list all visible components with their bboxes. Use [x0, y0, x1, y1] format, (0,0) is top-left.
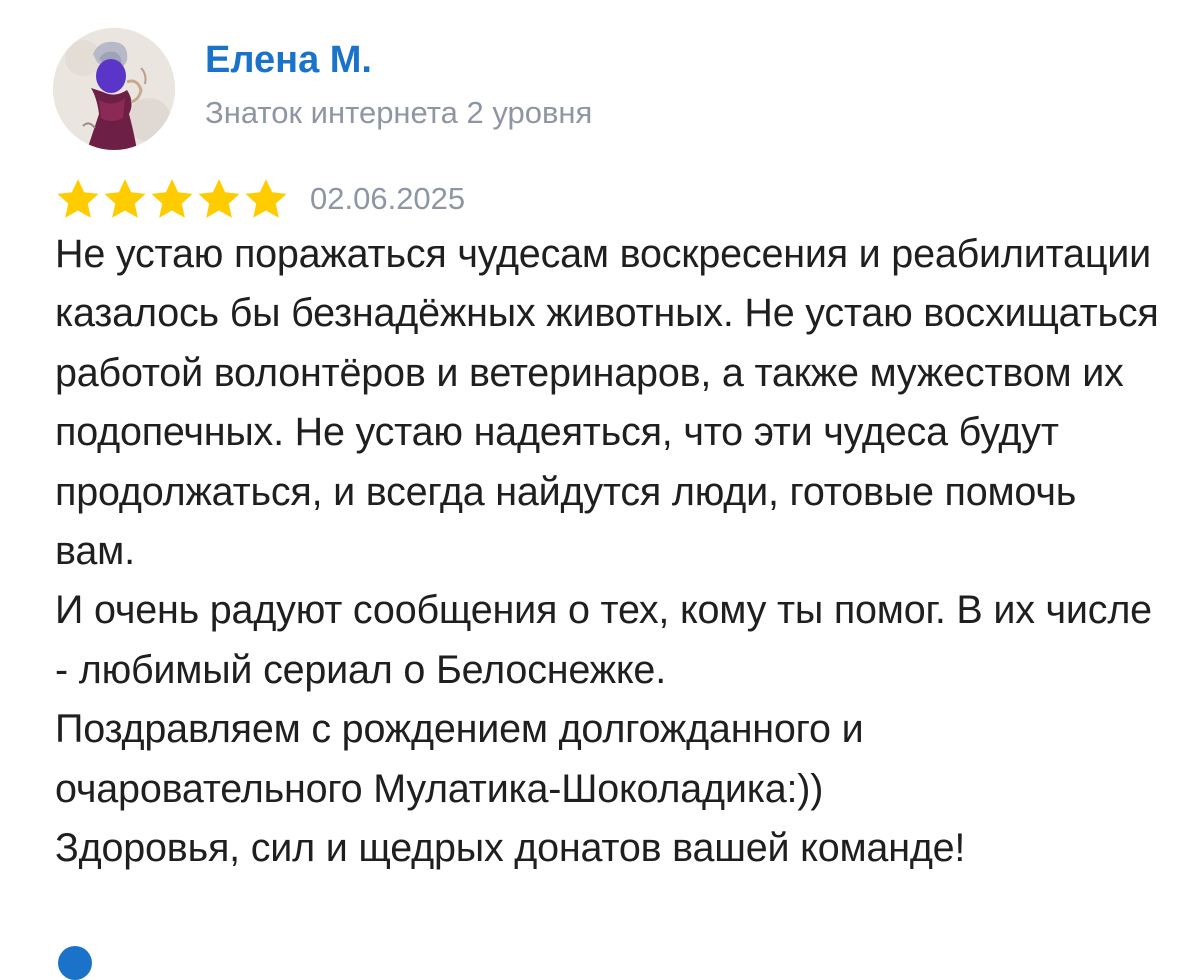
review-header: Елена М. Знаток интернета 2 уровня — [53, 28, 592, 150]
review-paragraph: Не устаю поражаться чудесам воскресения … — [55, 232, 1159, 574]
star-icon — [57, 179, 99, 218]
star-icon — [245, 179, 287, 218]
rating-stars — [55, 176, 290, 222]
author-info: Елена М. Знаток интернета 2 уровня — [205, 37, 592, 133]
reaction-icon[interactable] — [58, 946, 92, 980]
review-paragraph: И очень радуют сообщения о тех, кому ты … — [55, 588, 1152, 692]
author-name[interactable]: Елена М. — [205, 37, 592, 83]
review-text: Не устаю поражаться чудесам воскресения … — [55, 225, 1165, 878]
user-avatar-image — [53, 28, 175, 150]
avatar[interactable] — [53, 28, 175, 150]
review-paragraph: Здоровья, сил и щедрых донатов вашей ком… — [55, 826, 966, 871]
review-meta: 02.06.2025 — [55, 176, 465, 222]
star-icon — [198, 179, 240, 218]
review-date: 02.06.2025 — [310, 181, 466, 216]
review-card: Елена М. Знаток интернета 2 уровня 02.06… — [0, 0, 1179, 980]
review-paragraph: Поздравляем с рождением долгожданного и … — [55, 707, 864, 811]
author-level: Знаток интернета 2 уровня — [205, 95, 593, 130]
star-icon — [104, 179, 146, 218]
star-icon — [151, 179, 193, 218]
